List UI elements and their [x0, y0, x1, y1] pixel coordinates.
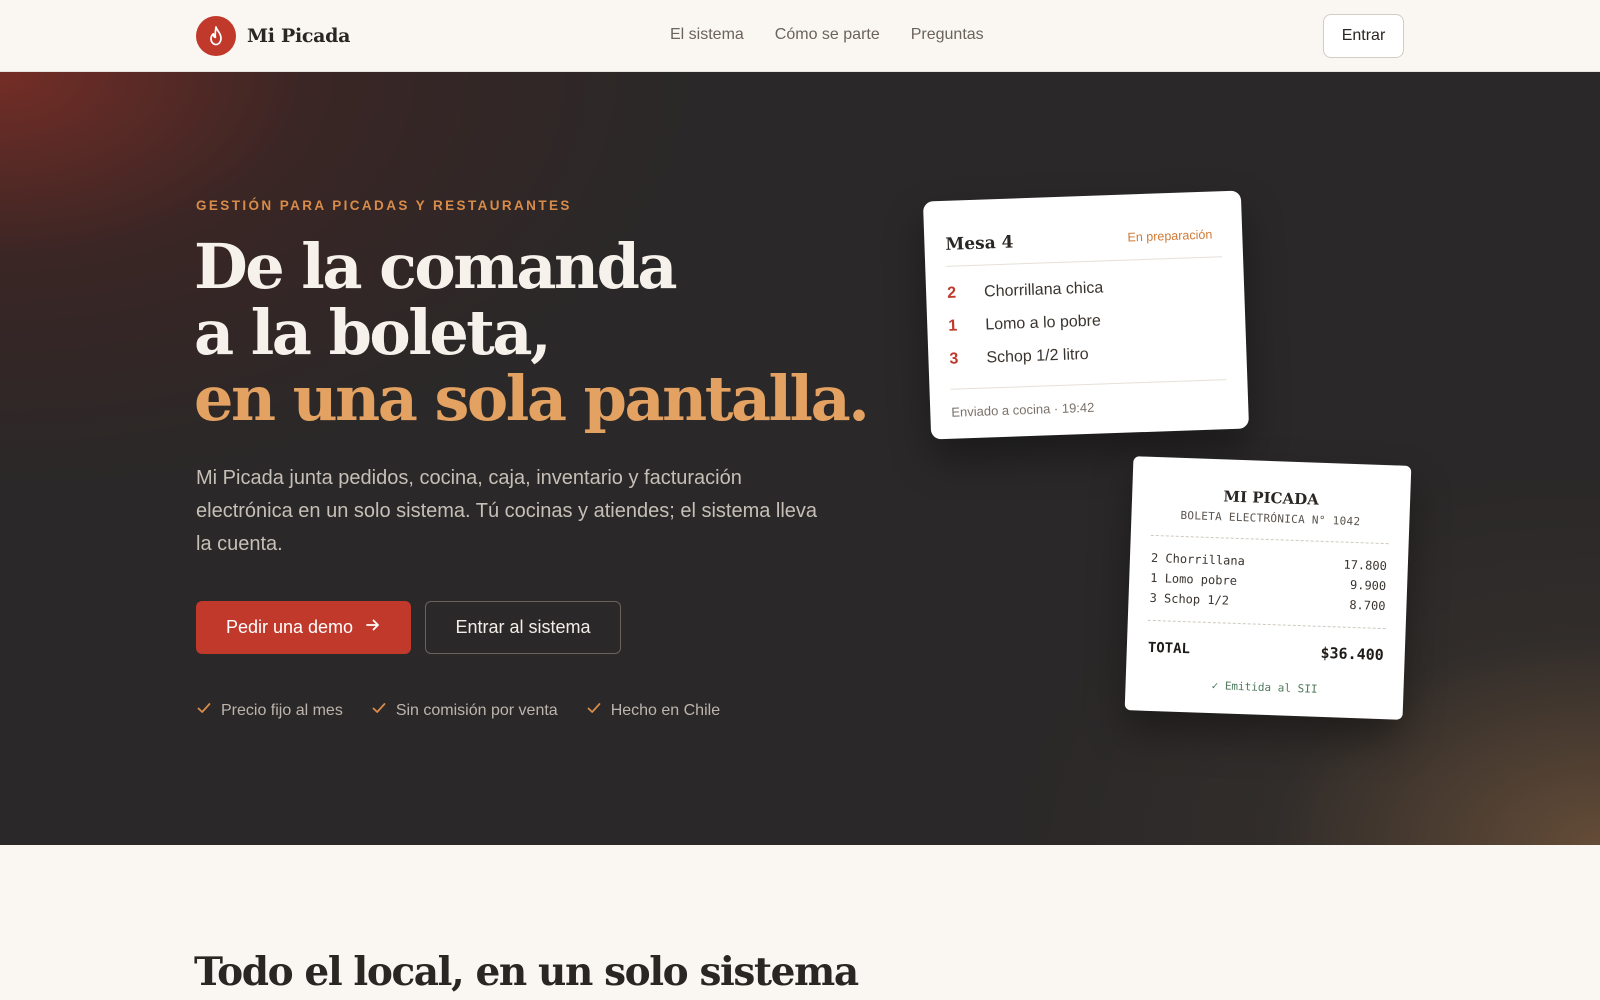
divider	[1150, 534, 1389, 545]
nav-link-el-sistema[interactable]: El sistema	[670, 26, 744, 44]
check-icon	[586, 700, 602, 721]
nav-link-como-se-parte[interactable]: Cómo se parte	[775, 26, 880, 44]
headline-line-3: en una sola pantalla.	[194, 362, 870, 435]
nav-links: El sistema Cómo se parte Preguntas	[670, 26, 984, 44]
check-icon	[371, 700, 387, 721]
order-item-name: Chorrillana chica	[983, 279, 1104, 301]
receipt-line-desc: 2 Chorrillana	[1150, 550, 1246, 569]
receipt-sii-status: ✓ Emitida al SII	[1211, 679, 1318, 696]
receipt-line: 3 Schop 1/2 8.700	[1149, 591, 1385, 613]
order-footer: Enviado a cocina · 19:42	[951, 399, 1095, 420]
order-ticket-card: Mesa 4 En preparación 2 Chorrillana chic…	[922, 190, 1250, 440]
order-item: 1 Lomo a lo pobre	[948, 312, 1101, 335]
order-status: En preparación	[1127, 227, 1213, 245]
receipt-card: MI PICADA BOLETA ELECTRÓNICA N° 1042 2 C…	[1124, 456, 1412, 720]
brand[interactable]: Mi Picada	[196, 16, 350, 56]
headline-line-2: a la boleta,	[194, 296, 552, 369]
receipt-line-desc: 3 Schop 1/2	[1149, 590, 1230, 608]
hero-benefits: Precio fijo al mes Sin comisión por vent…	[196, 700, 720, 721]
enter-system-button[interactable]: Entrar al sistema	[425, 601, 621, 654]
brand-name: Mi Picada	[247, 25, 351, 47]
receipt-subtitle: BOLETA ELECTRÓNICA N° 1042	[1180, 508, 1361, 529]
benefit-item: Hecho en Chile	[586, 700, 720, 721]
receipt-total-label: TOTAL	[1147, 639, 1191, 658]
headline-line-1: De la comanda	[194, 230, 678, 303]
order-item-qty: 2	[946, 284, 957, 302]
order-item-name: Schop 1/2 litro	[986, 345, 1089, 367]
hero-section: GESTIÓN PARA PICADAS Y RESTAURANTES De l…	[0, 72, 1600, 845]
receipt-total-amount: $36.400	[1320, 643, 1385, 665]
arrow-right-icon	[365, 617, 381, 638]
top-nav: Mi Picada El sistema Cómo se parte Pregu…	[0, 0, 1600, 72]
hero-headline: De la comanda a la boleta, en una sola p…	[194, 230, 870, 435]
benefit-label: Hecho en Chile	[610, 701, 721, 719]
benefit-label: Sin comisión por venta	[395, 701, 558, 719]
hero-lead: Mi Picada junta pedidos, cocina, caja, i…	[196, 467, 818, 555]
order-table-title: Mesa 4	[945, 232, 1014, 255]
receipt-line: 1 Lomo pobre 9.900	[1150, 571, 1386, 593]
order-item-qty: 3	[949, 350, 959, 368]
order-item-qty: 1	[948, 317, 958, 335]
check-icon	[196, 700, 212, 721]
flame-icon	[196, 16, 236, 56]
order-item: 3 Schop 1/2 litro	[949, 346, 1089, 369]
receipt-line-amount: 9.900	[1349, 577, 1387, 594]
order-item-name: Lomo a lo pobre	[984, 312, 1102, 334]
benefit-item: Sin comisión por venta	[371, 700, 558, 721]
divider	[1147, 619, 1386, 630]
receipt-line-amount: 8.700	[1349, 597, 1386, 614]
divider	[946, 256, 1223, 267]
nav-link-preguntas[interactable]: Preguntas	[911, 26, 984, 44]
divider	[950, 379, 1227, 390]
receipt-line-amount: 17.800	[1343, 557, 1388, 574]
order-item: 2 Chorrillana chica	[947, 279, 1104, 302]
login-button[interactable]: Entrar	[1323, 14, 1404, 58]
receipt-total: TOTAL $36.400	[1148, 638, 1384, 664]
request-demo-button[interactable]: Pedir una demo	[196, 601, 411, 654]
hero-eyebrow: GESTIÓN PARA PICADAS Y RESTAURANTES	[196, 198, 572, 213]
receipt-line: 2 Chorrillana 17.800	[1151, 551, 1387, 573]
request-demo-label: Pedir una demo	[225, 617, 354, 637]
features-section-title: Todo el local, en un solo sistema	[194, 949, 859, 995]
benefit-label: Precio fijo al mes	[221, 701, 343, 719]
benefit-item: Precio fijo al mes	[196, 700, 343, 721]
receipt-line-desc: 1 Lomo pobre	[1150, 570, 1238, 588]
